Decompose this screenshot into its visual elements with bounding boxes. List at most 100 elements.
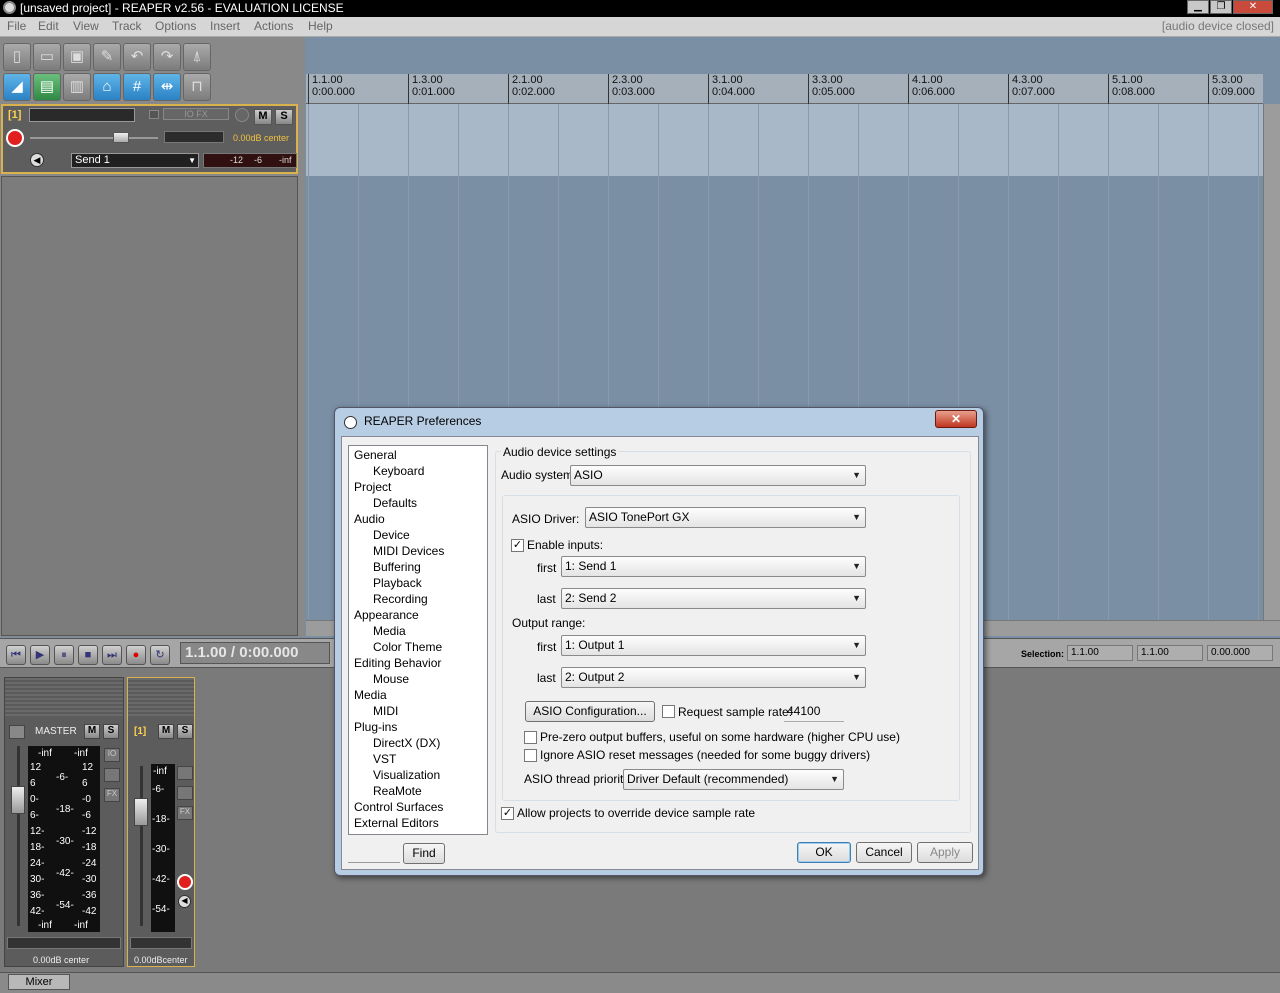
audio-system-select[interactable]: ASIO ▼ xyxy=(570,465,866,486)
locking-icon[interactable]: ⇹ xyxy=(153,73,181,101)
cancel-button[interactable]: Cancel xyxy=(856,842,912,863)
menu-insert[interactable]: Insert xyxy=(210,19,240,33)
tree-item[interactable]: External Editors xyxy=(354,816,439,830)
maximize-button[interactable]: ❐ xyxy=(1210,0,1232,14)
play-icon[interactable]: ▶ xyxy=(30,645,50,665)
grouping-icon[interactable]: ▤ xyxy=(33,73,61,101)
tree-item[interactable]: General xyxy=(354,448,397,462)
tree-item[interactable]: Mouse xyxy=(373,672,409,686)
tree-item[interactable]: Keyboard xyxy=(373,464,424,478)
preferences-tree[interactable]: General Keyboard Project Defaults Audio Devic… xyxy=(348,445,488,835)
track-solo-button[interactable]: S xyxy=(275,109,293,125)
project-settings-icon[interactable]: ✎ xyxy=(93,43,121,71)
input-last-select[interactable]: 2: Send 2 ▼ xyxy=(561,588,866,609)
master-fx-button[interactable]: FX xyxy=(104,788,120,802)
track1-io-button[interactable] xyxy=(177,766,193,780)
master-io-button[interactable]: IO xyxy=(104,748,120,762)
tree-item[interactable]: Visualization xyxy=(373,768,440,782)
menu-edit[interactable]: Edit xyxy=(38,19,59,33)
close-window-button[interactable]: ✕ xyxy=(1233,0,1273,14)
envelope-icon[interactable]: ⌂ xyxy=(93,73,121,101)
track-1-header[interactable]: [1] IO FX M S 0.00dB center ◀ Send 1 ▼ -1… xyxy=(1,104,298,174)
save-project-icon[interactable]: ▣ xyxy=(63,43,91,71)
apply-button[interactable]: Apply xyxy=(917,842,973,863)
menu-file[interactable]: File xyxy=(7,19,26,33)
menu-view[interactable]: View xyxy=(73,19,99,33)
output-last-select[interactable]: 2: Output 2 ▼ xyxy=(561,667,866,688)
new-project-icon[interactable]: ▯ xyxy=(3,43,31,71)
undo-icon[interactable]: ↶ xyxy=(123,43,151,71)
go-end-icon[interactable]: ⏭ xyxy=(102,645,122,665)
track1-monitor-icon[interactable]: ◀ xyxy=(178,895,191,908)
track1-fx-area[interactable] xyxy=(128,678,194,716)
tree-item[interactable]: Media xyxy=(354,688,387,702)
master-fader[interactable] xyxy=(11,786,25,814)
tree-item[interactable]: Appearance xyxy=(354,608,419,622)
mixer-tab[interactable]: Mixer xyxy=(8,974,70,990)
pan-slider[interactable] xyxy=(164,131,224,143)
master-fx-area[interactable] xyxy=(5,678,123,716)
redo-icon[interactable]: ↷ xyxy=(153,43,181,71)
fx-io-buttons[interactable]: IO FX xyxy=(163,108,229,120)
dialog-close-button[interactable]: ✕ xyxy=(935,410,977,428)
menu-actions[interactable]: Actions xyxy=(254,19,293,33)
tree-item[interactable]: Plug-ins xyxy=(354,720,397,734)
tree-item[interactable]: Control Surfaces xyxy=(354,800,443,814)
tree-item[interactable]: Device xyxy=(373,528,410,542)
sample-rate-field[interactable]: 44100 xyxy=(784,701,844,722)
metronome-icon[interactable]: ⍋ xyxy=(183,43,211,71)
vertical-scrollbar[interactable] xyxy=(1263,104,1280,620)
track1-mute-button[interactable]: M xyxy=(158,724,174,739)
stop-icon[interactable]: ■ xyxy=(78,645,98,665)
input-first-select[interactable]: 1: Send 1 ▼ xyxy=(561,556,866,577)
tree-item[interactable]: Defaults xyxy=(373,496,417,510)
tree-item[interactable]: MIDI Devices xyxy=(373,544,444,558)
go-start-icon[interactable]: ⏮ xyxy=(6,645,26,665)
tree-item[interactable]: Color Theme xyxy=(373,640,442,654)
asio-driver-select[interactable]: ASIO TonePort GX ▼ xyxy=(585,507,866,528)
track1-record-arm-icon[interactable] xyxy=(177,874,193,890)
output-first-select[interactable]: 1: Output 1 ▼ xyxy=(561,635,866,656)
track-mute-button[interactable]: M xyxy=(254,109,272,125)
track1-env-icon[interactable] xyxy=(177,786,193,800)
track1-fx-button[interactable]: FX xyxy=(177,806,193,820)
pause-icon[interactable]: ⏸ xyxy=(54,645,74,665)
ripple-edit-icon[interactable]: ▥ xyxy=(63,73,91,101)
minimize-button[interactable]: ▁ xyxy=(1187,0,1209,14)
ok-button[interactable]: OK xyxy=(797,842,851,863)
open-project-icon[interactable]: ▭ xyxy=(33,43,61,71)
tree-item[interactable]: Buffering xyxy=(373,560,421,574)
phase-icon[interactable] xyxy=(235,108,249,122)
master-solo-button[interactable]: S xyxy=(103,724,119,739)
volume-slider[interactable] xyxy=(113,132,129,143)
tree-item[interactable]: Audio xyxy=(354,512,385,526)
folder-icon[interactable] xyxy=(149,110,159,119)
menu-options[interactable]: Options xyxy=(155,19,196,33)
tree-item[interactable]: Playback xyxy=(373,576,422,590)
timeline-ruler[interactable]: 1.1.00 0:00.000 1.3.00 0:01.000 2.1.00 0:02.0… xyxy=(306,74,1263,104)
snap-grid-icon[interactable]: # xyxy=(123,73,151,101)
track1-pan[interactable] xyxy=(130,937,192,949)
record-arm-icon[interactable] xyxy=(6,129,24,147)
find-button[interactable]: Find xyxy=(403,843,445,864)
tree-item[interactable]: Editing Behavior xyxy=(354,656,441,670)
ignore-reset-checkbox[interactable] xyxy=(524,749,537,762)
master-env-icon[interactable] xyxy=(104,768,120,782)
tree-item[interactable]: VST xyxy=(373,752,396,766)
record-icon[interactable]: ● xyxy=(126,645,146,665)
lock-icon[interactable]: ⊓ xyxy=(183,73,211,101)
track1-fader[interactable] xyxy=(134,798,148,826)
selection-length[interactable]: 0.00.000 xyxy=(1207,645,1273,661)
monitor-icon[interactable]: ◀ xyxy=(30,153,44,167)
selection-end[interactable]: 1.1.00 xyxy=(1137,645,1203,661)
tree-item[interactable]: Recording xyxy=(373,592,428,606)
prezero-checkbox[interactable] xyxy=(524,731,537,744)
selection-start[interactable]: 1.1.00 xyxy=(1067,645,1133,661)
track-1-lane[interactable] xyxy=(306,104,1263,176)
master-pan[interactable] xyxy=(7,937,121,949)
track-name-field[interactable] xyxy=(29,108,135,122)
master-routing-icon[interactable] xyxy=(9,725,25,739)
auto-crossfade-icon[interactable]: ◢ xyxy=(3,73,31,101)
tree-item[interactable]: Project xyxy=(354,480,391,494)
tree-item[interactable]: MIDI xyxy=(373,704,398,718)
